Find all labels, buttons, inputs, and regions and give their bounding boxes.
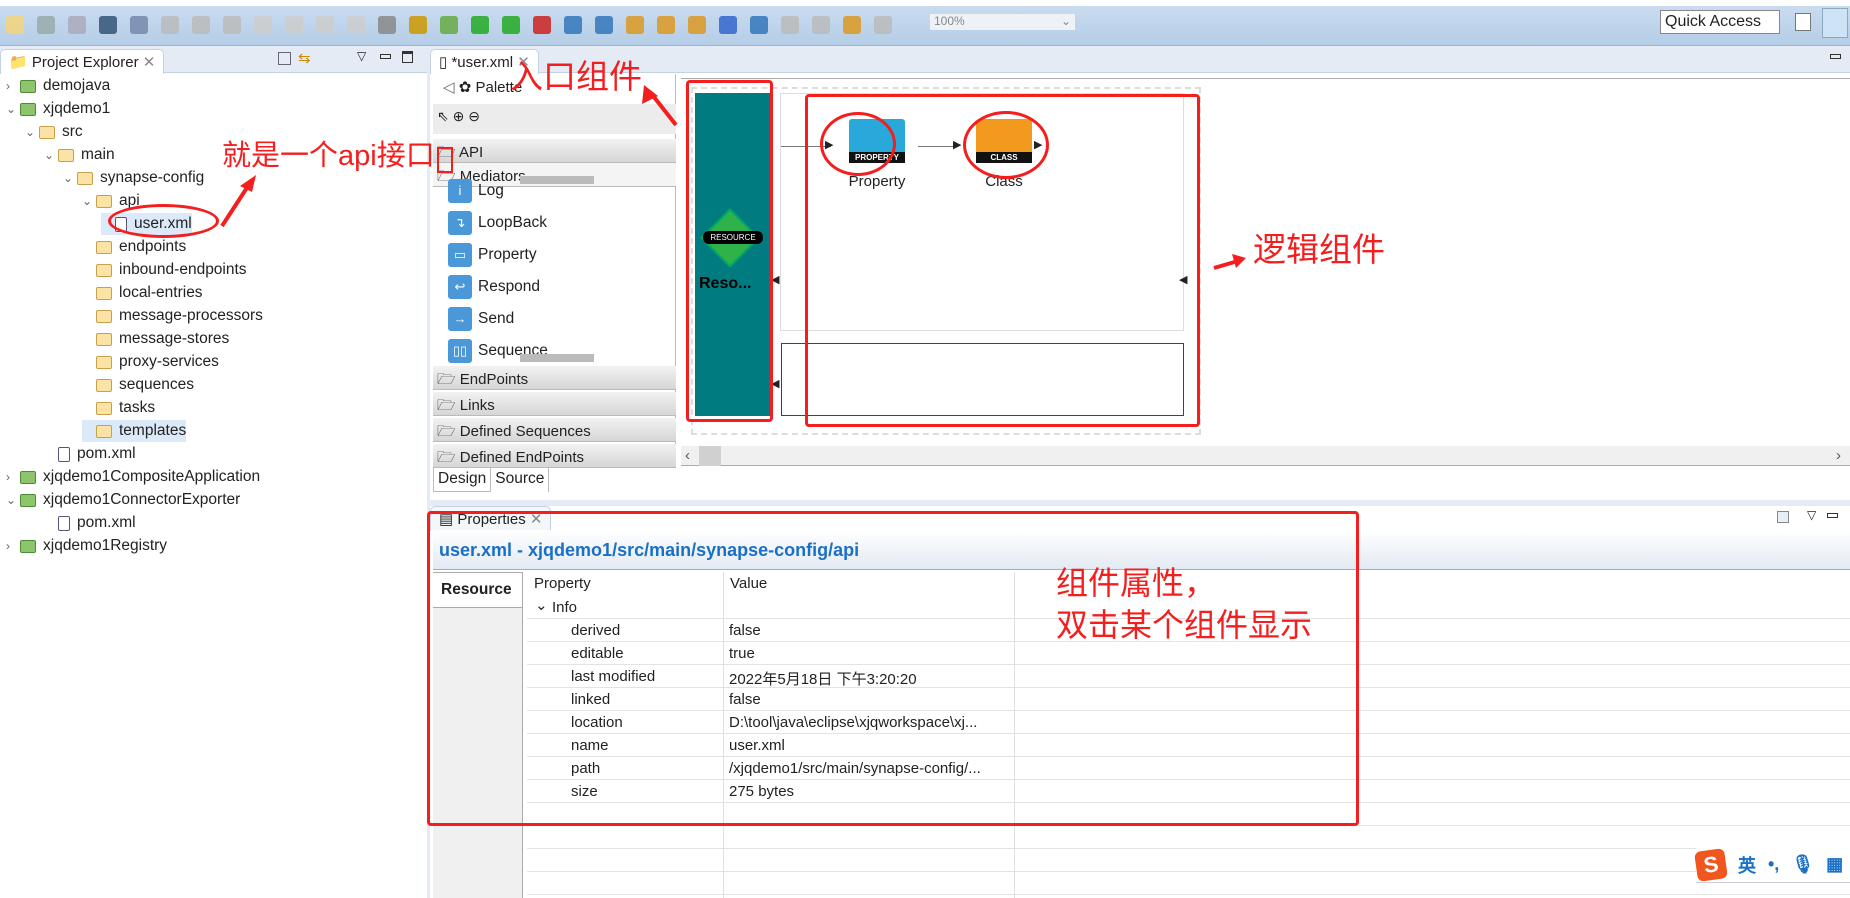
toolbar-button-icon[interactable] <box>719 16 737 34</box>
toolbar-button-icon[interactable] <box>626 16 644 34</box>
toolbar-button-icon[interactable] <box>440 16 458 34</box>
toolbar-button-icon[interactable] <box>6 16 24 34</box>
toolbar-button-icon[interactable] <box>254 16 272 34</box>
toolbar-button-icon[interactable] <box>99 16 117 34</box>
toolbar-button-icon[interactable] <box>812 16 830 34</box>
microphone-icon[interactable]: 🎙 <box>1791 854 1814 875</box>
toolbar-button-icon[interactable] <box>409 16 427 34</box>
toolbar-button-icon[interactable] <box>378 16 396 34</box>
toolbar-button-icon[interactable] <box>223 16 241 34</box>
toolbar-button-icon[interactable] <box>781 16 799 34</box>
toolbar-button-icon[interactable] <box>688 16 706 34</box>
sogou-logo-icon[interactable]: S <box>1694 847 1728 882</box>
ime-lang-toggle[interactable]: 英 <box>1738 852 1756 878</box>
toolbar-button-icon[interactable] <box>192 16 210 34</box>
ime-punct-toggle[interactable]: •, <box>1768 854 1779 875</box>
toolbar-button-icon[interactable] <box>874 16 892 34</box>
toolbar-button-icon[interactable] <box>347 16 365 34</box>
keyboard-icon[interactable]: ▦ <box>1826 854 1843 875</box>
toolbar-button-icon[interactable] <box>843 16 861 34</box>
toolbar-button-icon[interactable] <box>285 16 303 34</box>
toolbar-button-icon[interactable] <box>564 16 582 34</box>
ime-toolbar: S 英 •, 🎙 ▦ <box>1694 847 1850 883</box>
arrow-logic-head <box>1232 254 1246 268</box>
toolbar-button-icon[interactable] <box>657 16 675 34</box>
toolbar-button-icon[interactable] <box>533 16 551 34</box>
toolbar-button-icon[interactable] <box>316 16 334 34</box>
toolbar-button-icon[interactable] <box>595 16 613 34</box>
toolbar-button-icon[interactable] <box>68 16 86 34</box>
toolbar-button-icon[interactable] <box>502 16 520 34</box>
toolbar-button-icon[interactable] <box>750 16 768 34</box>
toolbar-button-icon[interactable] <box>161 16 179 34</box>
annotation-arrows <box>220 85 1246 270</box>
arrow-api-head <box>240 175 256 192</box>
toolbar-button-icon[interactable] <box>130 16 148 34</box>
toolbar-button-icon[interactable] <box>37 16 55 34</box>
toolbar-button-icon[interactable] <box>471 16 489 34</box>
